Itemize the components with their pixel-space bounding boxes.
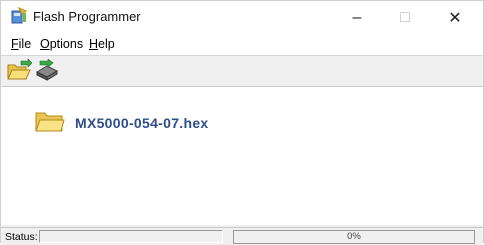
folder-icon xyxy=(35,112,65,132)
close-button[interactable]: ✕ xyxy=(435,3,475,33)
status-text-field xyxy=(39,230,223,243)
folder-open-icon xyxy=(7,58,33,80)
status-label: Status: xyxy=(5,231,38,243)
program-button[interactable] xyxy=(34,58,60,83)
main-content: MX5000-054-07.hex xyxy=(1,87,483,225)
open-file-button[interactable] xyxy=(6,58,33,83)
minimize-button[interactable]: – xyxy=(337,3,377,33)
progress-bar: 0% xyxy=(233,230,475,244)
flash-programmer-window: Flash Programmer – □ ✕ File Options Help xyxy=(0,0,484,245)
file-name: MX5000-054-07.hex xyxy=(75,115,209,131)
menu-file[interactable]: File xyxy=(9,37,33,51)
title-bar[interactable]: Flash Programmer – □ ✕ xyxy=(1,1,483,35)
app-icon xyxy=(11,7,27,25)
menu-options[interactable]: Options xyxy=(38,37,85,51)
progress-text: 0% xyxy=(347,231,361,242)
menu-bar: File Options Help xyxy=(1,35,483,56)
status-bar: Status: 0% xyxy=(1,227,483,245)
toolbar xyxy=(1,56,483,87)
window-title: Flash Programmer xyxy=(33,9,141,24)
maximize-button[interactable]: □ xyxy=(385,3,425,33)
menu-help[interactable]: Help xyxy=(87,37,117,51)
chip-program-icon xyxy=(35,58,59,81)
